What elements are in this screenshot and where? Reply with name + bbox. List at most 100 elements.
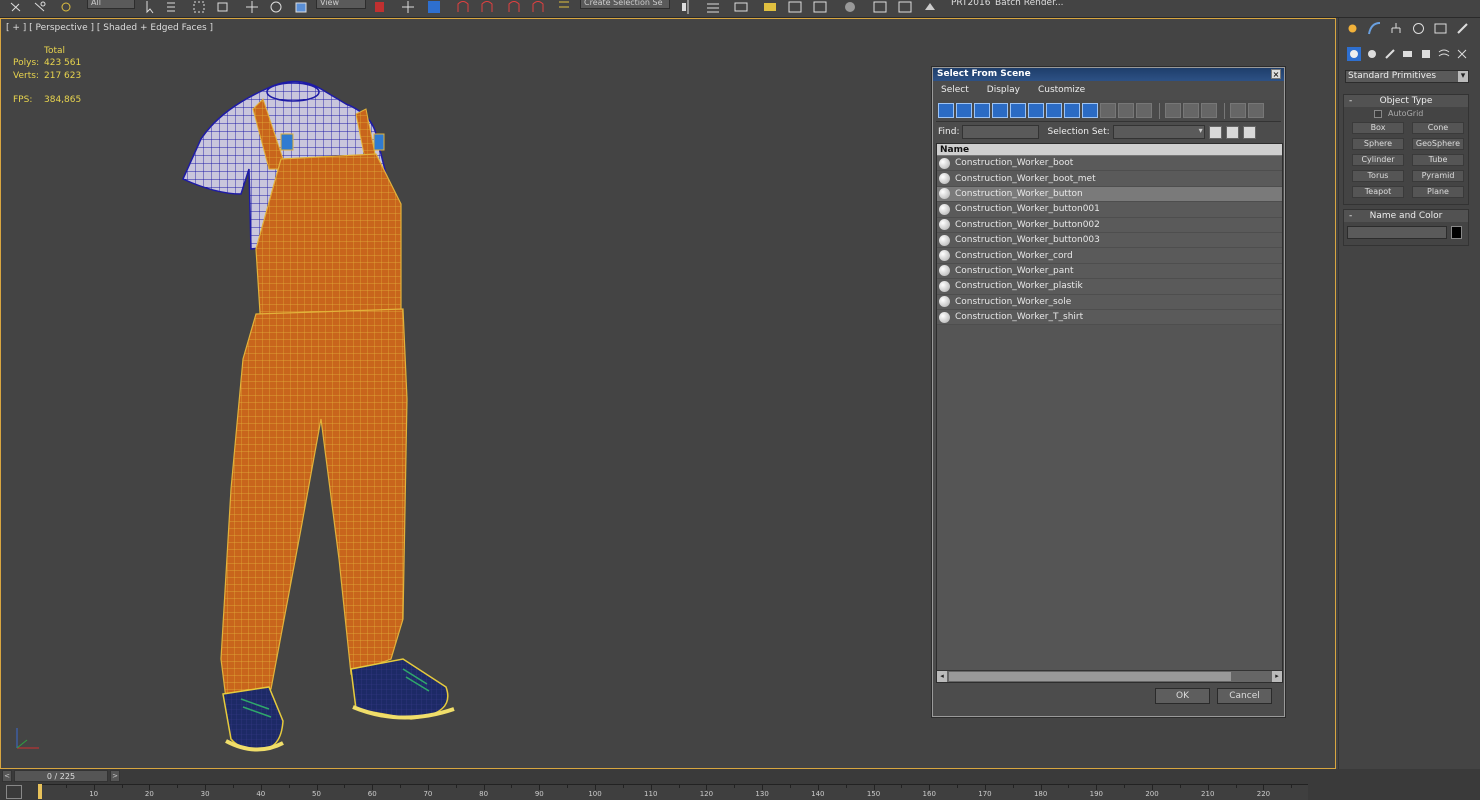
utilities-tab-icon[interactable] [1455,21,1470,36]
filter-cameras-icon[interactable] [992,103,1008,118]
list-item[interactable]: Construction_Worker_cord [937,248,1282,264]
invert-display-icon[interactable] [1136,103,1152,118]
filter-shapes-icon[interactable] [956,103,972,118]
filter-xrefs-icon[interactable] [1064,103,1080,118]
box-button[interactable]: Box [1352,122,1404,134]
menu-customize[interactable]: Customize [1038,85,1085,98]
scale-icon[interactable] [293,0,311,14]
select-link-icon[interactable] [8,0,26,14]
curve-editor-icon[interactable] [787,0,805,14]
motion-tab-icon[interactable] [1411,21,1426,36]
angle-snap-icon[interactable] [479,0,497,14]
modify-tab-icon[interactable] [1367,21,1382,36]
torus-button[interactable]: Torus [1352,170,1404,182]
remove-from-selection-set-icon[interactable] [1242,125,1256,139]
checkbox-icon[interactable] [1374,109,1382,118]
tube-button[interactable]: Tube [1412,154,1464,166]
align-icon[interactable] [705,0,723,14]
selection-filter-dropdown[interactable]: All [87,0,135,9]
space-warps-icon[interactable] [1437,47,1451,61]
render-production-icon[interactable] [922,0,940,14]
object-color-swatch[interactable] [1451,226,1462,239]
helpers-icon[interactable] [1419,47,1433,61]
teapot-button[interactable]: Teapot [1352,186,1404,198]
name-and-color-title[interactable]: Name and Color [1344,210,1468,222]
keyboard-shortcut-override-icon[interactable] [426,0,444,14]
batch-render-label[interactable]: Batch Render... [995,0,1064,8]
plane-button[interactable]: Plane [1412,186,1464,198]
object-type-title[interactable]: Object Type [1344,95,1468,107]
frame-ruler[interactable]: 10 20 30 40 50 60 70 80 90 100 110 120 130 140 150 160 1… [38,784,1308,800]
current-frame-marker[interactable] [38,784,42,799]
menu-display[interactable]: Display [987,85,1020,98]
window-crossing-icon[interactable] [215,0,233,14]
list-item[interactable]: Construction_Worker_button001 [937,202,1282,218]
selection-set-dropdown[interactable] [1112,125,1205,139]
select-all-icon[interactable] [1165,103,1181,118]
display-none-icon[interactable] [1118,103,1134,118]
named-selection-dropdown[interactable]: Create Selection Se [580,0,670,9]
cone-button[interactable]: Cone [1412,122,1464,134]
time-slider[interactable]: 0 / 225 [14,770,108,782]
rendered-frame-window-icon[interactable] [897,0,915,14]
filter-geometry-icon[interactable] [938,103,954,118]
cylinder-button[interactable]: Cylinder [1352,154,1404,166]
find-input[interactable] [962,125,1040,139]
select-manipulate-icon[interactable] [400,0,418,14]
list-item[interactable]: Construction_Worker_boot_met [937,171,1282,187]
render-setup-icon[interactable] [872,0,890,14]
list-item[interactable]: Construction_Worker_boot [937,156,1282,172]
select-invert-icon[interactable] [1201,103,1217,118]
hierarchy-tab-icon[interactable] [1389,21,1404,36]
material-editor-icon[interactable] [842,0,860,14]
mirror-icon[interactable] [680,0,698,14]
prt-label[interactable]: PRT2016 [951,0,990,8]
list-item[interactable]: Construction_Worker_T_shirt [937,309,1282,326]
scene-explorer-icon[interactable] [762,0,780,14]
autogrid-checkbox[interactable]: AutoGrid [1374,109,1468,118]
list-item[interactable]: Construction_Worker_sole [937,294,1282,310]
filter-icon[interactable] [1230,103,1246,118]
filter-bones-icon[interactable] [1082,103,1098,118]
rectangular-selection-icon[interactable] [191,0,209,14]
create-selection-set-icon[interactable] [1208,125,1222,139]
ok-button[interactable]: OK [1155,688,1210,704]
mini-curve-editor-icon[interactable] [6,785,22,799]
column-header-name[interactable]: Name [937,144,1282,156]
spinner-snap-icon[interactable] [530,0,548,14]
select-object-icon[interactable] [142,0,160,14]
scrollbar-thumb[interactable] [949,672,1231,681]
select-none-icon[interactable] [1183,103,1199,118]
edit-named-selection-icon[interactable] [556,0,574,14]
systems-icon[interactable] [1455,47,1469,61]
cancel-button[interactable]: Cancel [1217,688,1272,704]
geometry-icon[interactable] [1347,47,1361,61]
primitive-type-dropdown[interactable]: Standard Primitives [1345,70,1469,83]
add-to-selection-set-icon[interactable] [1225,125,1239,139]
previous-frame-icon[interactable]: < [2,770,12,782]
filter-space-warps-icon[interactable] [1028,103,1044,118]
list-item[interactable]: Construction_Worker_button002 [937,217,1282,233]
filter-lights-icon[interactable] [974,103,990,118]
list-item[interactable]: Construction_Worker_pant [937,263,1282,280]
construction-worker-model[interactable] [171,59,471,759]
filter-groups-icon[interactable] [1046,103,1062,118]
reference-coordinate-dropdown[interactable]: View [316,0,366,9]
scroll-right-icon[interactable]: ▸ [1272,671,1282,682]
pivot-center-icon[interactable] [372,0,390,14]
viewport-label[interactable]: [ + ] [ Perspective ] [ Shaded + Edged F… [6,23,213,33]
lights-icon[interactable] [1383,47,1397,61]
schematic-view-icon[interactable] [812,0,830,14]
close-icon[interactable]: × [1271,69,1281,79]
select-by-name-icon[interactable] [165,0,183,14]
menu-select[interactable]: Select [941,85,969,98]
bind-space-warp-icon[interactable] [58,0,76,14]
sphere-button[interactable]: Sphere [1352,138,1404,150]
list-item[interactable]: Construction_Worker_plastik [937,279,1282,295]
scene-object-list[interactable]: Name Construction_Worker_boot Constructi… [936,143,1283,683]
move-icon[interactable] [244,0,262,14]
scroll-left-icon[interactable]: ◂ [937,671,947,682]
next-frame-icon[interactable]: > [110,770,120,782]
display-tab-icon[interactable] [1433,21,1448,36]
geosphere-button[interactable]: GeoSphere [1412,138,1464,150]
